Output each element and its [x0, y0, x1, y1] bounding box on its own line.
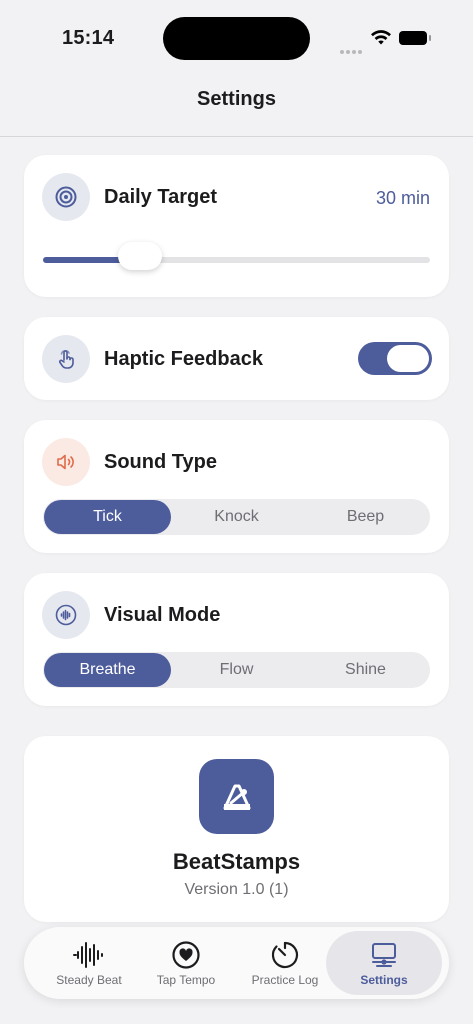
status-time: 15:14: [62, 27, 115, 49]
sound-type-card: Sound Type Tick Knock Beep: [24, 420, 449, 553]
sound-type-picker: Tick Knock Beep: [43, 499, 430, 535]
app-version: Version 1.0 (1): [184, 881, 289, 898]
speaker-icon: [42, 438, 90, 486]
visual-mode-card: Visual Mode Breathe Flow Shine: [24, 573, 449, 706]
visual-option-flow[interactable]: Flow: [173, 653, 300, 687]
waveform-icon: [72, 939, 106, 971]
sound-option-tick[interactable]: Tick: [44, 500, 171, 534]
sound-option-knock[interactable]: Knock: [173, 500, 300, 534]
sound-option-beep[interactable]: Beep: [302, 500, 429, 534]
page-title: Settings: [197, 88, 276, 110]
tab-practice-log[interactable]: Practice Log: [230, 931, 340, 995]
wifi-icon: [370, 30, 392, 51]
battery-icon: [399, 31, 431, 45]
haptic-feedback-title: Haptic Feedback: [104, 348, 263, 370]
visual-mode-title: Visual Mode: [104, 604, 221, 626]
haptic-feedback-card: Haptic Feedback: [24, 317, 449, 400]
haptic-feedback-toggle[interactable]: [358, 342, 432, 375]
visual-option-breathe[interactable]: Breathe: [44, 653, 171, 687]
daily-target-slider[interactable]: [43, 257, 430, 263]
timer-icon: [270, 939, 300, 971]
metronome-app-icon: [199, 759, 274, 834]
status-bar: 15:14: [0, 0, 473, 78]
dynamic-island: [163, 17, 310, 60]
tab-tap-tempo[interactable]: Tap Tempo: [131, 931, 241, 995]
daily-target-card: Daily Target 30 min: [24, 155, 449, 297]
daily-target-title: Daily Target: [104, 186, 217, 208]
toggle-knob: [387, 345, 429, 372]
app-name: BeatStamps: [172, 849, 301, 874]
waveform-circle-icon: [42, 591, 90, 639]
visual-mode-picker: Breathe Flow Shine: [43, 652, 430, 688]
tab-bar: Steady Beat Tap Tempo Practice Log Setti…: [24, 927, 449, 999]
nav-divider: [0, 136, 473, 137]
heart-icon: [171, 939, 201, 971]
visual-option-shine[interactable]: Shine: [302, 653, 429, 687]
tab-settings[interactable]: Settings: [326, 931, 442, 995]
slider-thumb[interactable]: [118, 242, 163, 270]
sound-type-title: Sound Type: [104, 451, 217, 473]
hand-tap-icon: [42, 335, 90, 383]
target-icon: [42, 173, 90, 221]
signal-icon: [340, 41, 364, 59]
daily-target-value: 30 min: [375, 188, 430, 208]
tab-steady-beat[interactable]: Steady Beat: [34, 931, 144, 995]
about-card: BeatStamps Version 1.0 (1): [24, 736, 449, 922]
laptop-settings-icon: [369, 939, 399, 971]
